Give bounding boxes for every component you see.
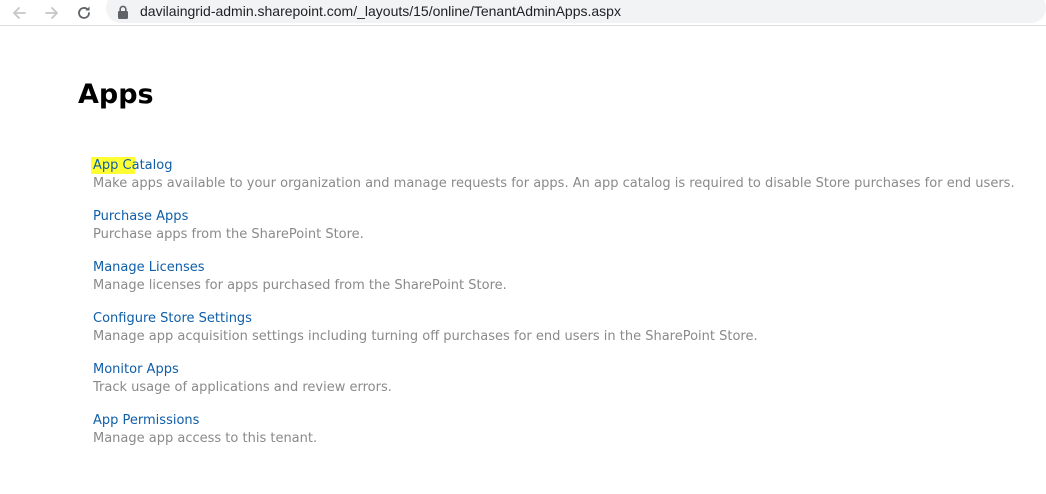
browser-toolbar: davilaingrid-admin.sharepoint.com/_layou… bbox=[0, 0, 1046, 26]
app-permissions-link[interactable]: App Permissions bbox=[93, 412, 199, 429]
list-item-monitor-apps: Monitor Apps Track usage of applications… bbox=[93, 360, 1015, 411]
configure-store-settings-link[interactable]: Configure Store Settings bbox=[93, 310, 252, 327]
manage-licenses-link[interactable]: Manage Licenses bbox=[93, 259, 205, 276]
app-permissions-description: Manage app access to this tenant. bbox=[93, 431, 318, 446]
purchase-apps-link[interactable]: Purchase Apps bbox=[93, 208, 188, 225]
monitor-apps-link[interactable]: Monitor Apps bbox=[93, 361, 179, 378]
list-item-configure-store-settings: Configure Store Settings Manage app acqu… bbox=[93, 309, 1015, 360]
manage-licenses-description: Manage licenses for apps purchased from … bbox=[93, 278, 507, 293]
purchase-apps-description: Purchase apps from the SharePoint Store. bbox=[93, 227, 364, 242]
page-title: Apps bbox=[78, 79, 154, 110]
list-item-app-catalog: App Catalog Make apps available to your … bbox=[91, 156, 1015, 207]
app-catalog-link[interactable]: App Catalog bbox=[91, 157, 173, 174]
app-catalog-description: Make apps available to your organization… bbox=[93, 176, 1015, 191]
forward-arrow-icon[interactable] bbox=[41, 2, 63, 24]
reload-icon[interactable] bbox=[73, 2, 95, 24]
list-item-purchase-apps: Purchase Apps Purchase apps from the Sha… bbox=[93, 207, 1015, 258]
configure-store-settings-description: Manage app acquisition settings includin… bbox=[93, 329, 758, 344]
lock-icon[interactable] bbox=[117, 5, 129, 19]
monitor-apps-description: Track usage of applications and review e… bbox=[93, 380, 392, 395]
list-item-app-permissions: App Permissions Manage app access to thi… bbox=[93, 411, 1015, 462]
apps-list: App Catalog Make apps available to your … bbox=[91, 156, 1015, 462]
back-arrow-icon[interactable] bbox=[8, 2, 30, 24]
url-text[interactable]: davilaingrid-admin.sharepoint.com/_layou… bbox=[140, 2, 621, 20]
list-item-manage-licenses: Manage Licenses Manage licenses for apps… bbox=[93, 258, 1015, 309]
